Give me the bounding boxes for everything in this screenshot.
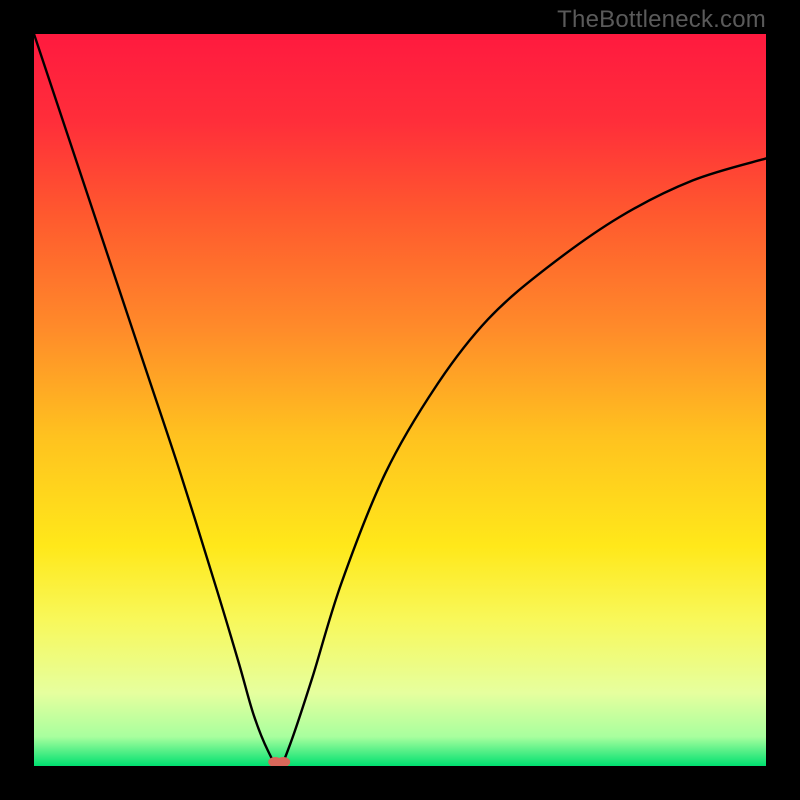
bottleneck-chart (34, 34, 766, 766)
chart-background (34, 34, 766, 766)
watermark-text: TheBottleneck.com (557, 6, 766, 34)
optimum-marker (268, 757, 290, 766)
